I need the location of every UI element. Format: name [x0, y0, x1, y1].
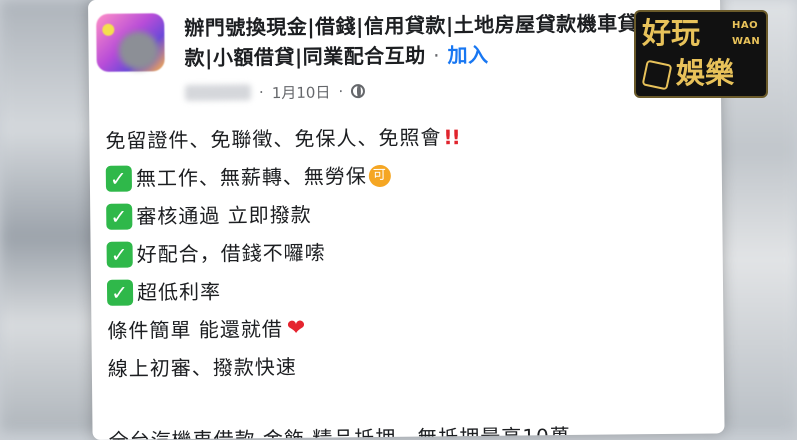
globe-icon[interactable] [351, 84, 366, 99]
post-body: 免留證件、免聯徵、免保人、免照會 !! ✓ 無工作、無薪轉、無勞保 可 ✓ 審核… [105, 116, 709, 440]
online-text: 線上初審、撥款快速 [107, 354, 297, 381]
meta-separator: · [258, 83, 264, 102]
meta-separator-2: · [338, 82, 344, 101]
ok-badge-icon: 可 [368, 164, 391, 188]
group-name-header: 辦門號換現金|借錢|信用貸款|土地房屋貸款機車貸款|小額借貸|同業配合互助 · … [184, 8, 655, 73]
logo-line1: 好玩 [642, 16, 701, 50]
post-meta-row: · 1月10日 · [184, 79, 366, 105]
item1-text: 無工作、無薪轉、無勞保 [135, 164, 367, 191]
separator-dot: · [433, 43, 441, 68]
check-mark-icon: ✓ [106, 279, 134, 306]
intro-text: 免留證件、免聯徵、免保人、免照會 [105, 125, 442, 153]
blurred-background-left [0, 0, 100, 432]
item4-text: 超低利率 [136, 279, 222, 305]
post-line-conditions: 條件簡單 能還就借 ❤ [107, 306, 707, 350]
item3-text: 好配合，借錢不囉嗦 [136, 240, 326, 267]
group-avatar[interactable] [96, 13, 165, 72]
avatar-decoration [102, 23, 115, 36]
dice-icon [641, 59, 673, 91]
post-line-3: ✓ 好配合，借錢不囉嗦 [106, 230, 706, 274]
logo-wan: WAN [732, 36, 761, 47]
post-date-link[interactable]: 1月10日 [272, 81, 331, 103]
conditions-text: 條件簡單 能還就借 [107, 316, 283, 343]
post-line-online: 線上初審、撥款快速 [108, 344, 708, 388]
check-mark-icon: ✓ [105, 165, 133, 192]
blurred-profile-photo [118, 31, 159, 70]
post-line-intro: 免留證件、免聯徵、免保人、免照會 !! [105, 116, 705, 160]
item2-text: 審核通過 立即撥款 [136, 202, 312, 229]
blurred-author-name [184, 84, 252, 101]
post-line-2: ✓ 審核通過 立即撥款 [106, 192, 706, 236]
facebook-post-card: 辦門號換現金|借錢|信用貸款|土地房屋貸款機車貸款|小額借貸|同業配合互助 · … [88, 0, 725, 440]
footer-text: 全台汽機車借款 金飾 精品抵押，無抵押最高10萬 [108, 423, 571, 440]
group-name-link[interactable]: 辦門號換現金|借錢|信用貸款|土地房屋貸款機車貸款|小額借貸|同業配合互助 [184, 11, 638, 70]
haowan-watermark-logo: 好玩 HAO WAN 娛樂 [634, 10, 768, 98]
logo-line2: 娛樂 [676, 56, 735, 90]
post-line-4: ✓ 超低利率 [106, 268, 707, 312]
logo-hao: HAO [732, 20, 759, 31]
heart-icon: ❤ [286, 315, 307, 341]
double-exclamation-icon: !! [443, 125, 460, 150]
check-mark-icon: ✓ [106, 241, 133, 268]
join-group-link[interactable]: 加入 [447, 43, 488, 67]
post-line-1: ✓ 無工作、無薪轉、無勞保 可 [105, 154, 706, 198]
check-mark-icon: ✓ [106, 203, 133, 230]
